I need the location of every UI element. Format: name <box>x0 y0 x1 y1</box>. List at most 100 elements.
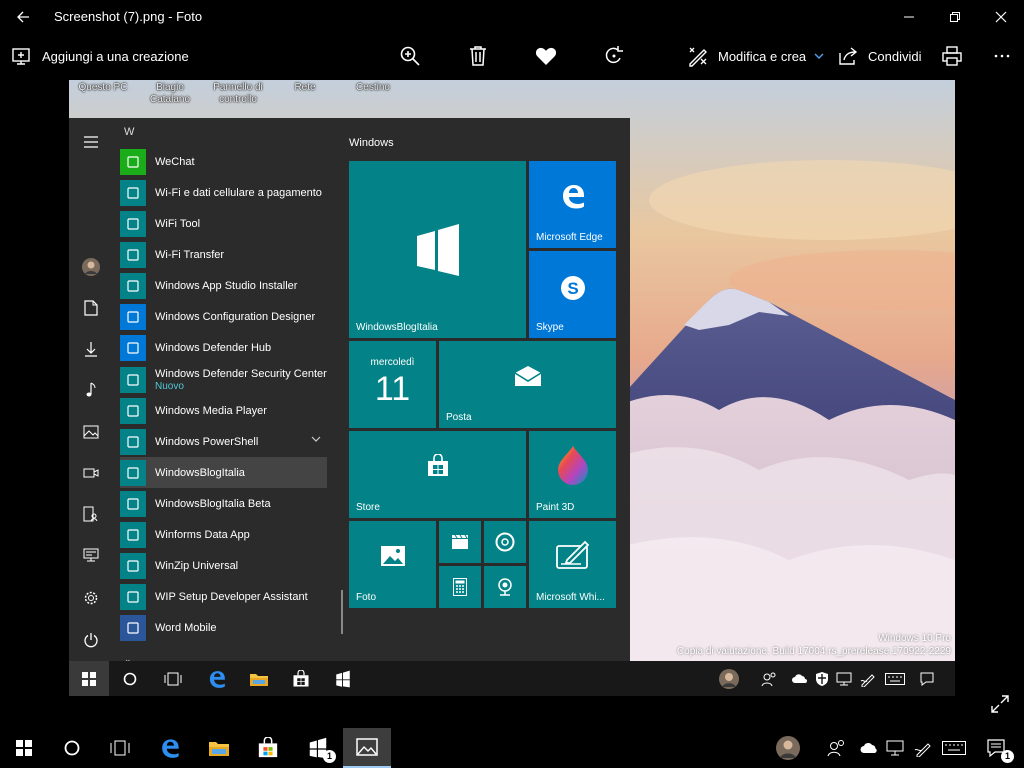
user-account-button[interactable] <box>69 249 113 285</box>
desktop-icon-network[interactable]: Rete <box>279 82 331 94</box>
add-to-creation-button[interactable]: Aggiungi a una creazione <box>10 34 189 78</box>
expand-chevron-icon[interactable] <box>311 435 321 443</box>
tile-edge[interactable]: Microsoft Edge <box>529 161 616 248</box>
pen-workspace-icon <box>914 743 931 757</box>
screenshot-task-view-button[interactable] <box>153 661 193 696</box>
network-button[interactable] <box>69 537 113 573</box>
tile-whiteboard[interactable]: Microsoft Whi... <box>529 521 616 608</box>
app-list-item[interactable]: WindowsBlogItalia Beta <box>120 488 327 519</box>
app-list-item[interactable]: WiFi Tool <box>120 208 327 239</box>
tile-mail[interactable]: Posta <box>439 341 616 428</box>
zoom-button[interactable] <box>398 34 422 78</box>
app-list-item[interactable]: Wi-Fi e dati cellulare a pagamento <box>120 177 327 208</box>
edit-create-icon <box>686 44 710 68</box>
file-explorer-button[interactable] <box>195 728 243 768</box>
more-options-button[interactable] <box>990 34 1014 78</box>
tile-paint3d[interactable]: Paint 3D <box>529 431 616 518</box>
screenshot-start-button[interactable] <box>69 661 109 696</box>
edit-create-label: Modifica e crea <box>718 48 807 64</box>
touch-keyboard-tray-icon[interactable] <box>934 728 974 768</box>
tile-group-title[interactable]: Windows <box>349 137 394 149</box>
delete-button[interactable] <box>466 34 490 78</box>
cortana-button[interactable] <box>48 728 96 768</box>
app-list-item[interactable]: WIP Setup Developer Assistant <box>120 581 327 612</box>
desktop-icon-recycle-bin[interactable]: Cestino <box>347 82 399 94</box>
music-button[interactable] <box>69 372 113 408</box>
documents-button[interactable] <box>69 290 113 326</box>
personal-folder-button[interactable] <box>69 496 113 532</box>
wbi-taskbar-button[interactable]: 1 <box>294 728 342 768</box>
restore-button[interactable] <box>932 0 978 34</box>
touch-keyboard-icon <box>885 672 905 685</box>
user-avatar[interactable] <box>764 728 812 768</box>
app-list-item[interactable]: Windows Defender Hub <box>120 332 327 363</box>
app-list-item[interactable]: Windows App Studio Installer <box>120 270 327 301</box>
hamburger-button[interactable] <box>69 124 113 160</box>
favorite-button[interactable] <box>534 34 558 78</box>
videos-button[interactable] <box>69 455 113 491</box>
app-list-item[interactable]: WeChat <box>120 146 327 177</box>
share-button[interactable]: Condividi <box>836 34 921 78</box>
app-list-scrollbar[interactable] <box>341 590 343 634</box>
minimize-button[interactable] <box>886 0 932 34</box>
back-button[interactable] <box>0 0 46 34</box>
tile-skype[interactable]: S Skype <box>529 251 616 338</box>
word-icon <box>120 614 146 641</box>
tile-calculator[interactable] <box>439 566 481 608</box>
tile-camera[interactable] <box>484 566 526 608</box>
groove-disc-icon <box>484 521 526 563</box>
desktop-icon-this-pc[interactable]: Questo PC <box>71 82 135 94</box>
screenshot-wbi-button[interactable] <box>323 661 363 696</box>
app-list-item[interactable]: Windows Media Player <box>120 395 327 426</box>
print-button[interactable] <box>940 34 964 78</box>
screenshot-network-icon[interactable] <box>831 661 857 696</box>
task-view-icon <box>110 740 130 756</box>
fullscreen-button[interactable] <box>986 690 1014 718</box>
photo-viewer[interactable]: Questo PC Biagio Catalano Pannello di co… <box>69 80 955 696</box>
close-button[interactable] <box>978 0 1024 34</box>
app-list-item[interactable]: WindowsBlogItalia <box>120 457 327 488</box>
pictures-button[interactable] <box>69 414 113 450</box>
store-taskbar-button[interactable] <box>244 728 292 768</box>
store-bag-icon <box>293 669 309 686</box>
tile-movies[interactable] <box>439 521 481 563</box>
tile-photos[interactable]: Foto <box>349 521 436 608</box>
app-list-item[interactable]: Winforms Data App <box>120 519 327 550</box>
letter-header[interactable]: W <box>124 126 134 138</box>
tile-windowsblogitalia[interactable]: WindowsBlogItalia <box>349 161 526 338</box>
screenshot-user-avatar[interactable] <box>709 661 749 696</box>
app-list-item[interactable]: Wi-Fi Transfer <box>120 239 327 270</box>
screenshot-explorer-button[interactable] <box>239 661 279 696</box>
photos-icon <box>356 738 378 756</box>
network-tray-icon[interactable] <box>880 728 910 768</box>
screenshot-cortana-button[interactable] <box>110 661 150 696</box>
action-center-button[interactable]: 1 <box>972 728 1020 768</box>
task-view-button[interactable] <box>96 728 144 768</box>
screenshot-action-center-button[interactable] <box>907 661 947 696</box>
edge-taskbar-button[interactable] <box>146 728 194 768</box>
app-list-item[interactable]: Windows Configuration Designer <box>120 301 327 332</box>
desktop-icon-user[interactable]: Biagio Catalano <box>139 82 201 106</box>
app-list-item[interactable]: Windows PowerShell <box>120 426 327 457</box>
rotate-button[interactable] <box>602 34 626 78</box>
photos-taskbar-button[interactable] <box>343 728 391 768</box>
tile-groove[interactable] <box>484 521 526 563</box>
downloads-button[interactable] <box>69 331 113 367</box>
start-button[interactable] <box>0 728 48 768</box>
share-icon <box>836 44 860 68</box>
screenshot-people-button[interactable] <box>749 661 789 696</box>
app-list-item[interactable]: Windows Defender Security Center Nuovo <box>120 364 327 395</box>
edit-create-button[interactable]: Modifica e crea <box>686 34 824 78</box>
app-list-item[interactable]: WinZip Universal <box>120 550 327 581</box>
tile-store[interactable]: Store <box>349 431 526 518</box>
tile-calendar[interactable]: mercoledì 11 <box>349 341 436 428</box>
desktop-icon-control-panel[interactable]: Pannello di controllo <box>205 82 271 106</box>
build-watermark: Windows 10 Pro Copia di valutazione. Bui… <box>677 632 951 658</box>
settings-button[interactable] <box>69 580 113 616</box>
screenshot-store-button[interactable] <box>281 661 321 696</box>
app-list-item[interactable]: Word Mobile <box>120 612 327 643</box>
power-button[interactable] <box>69 622 113 658</box>
screenshot-edge-button[interactable] <box>197 661 237 696</box>
config-designer-icon <box>120 303 146 330</box>
app-label: Windows Configuration Designer <box>155 310 316 323</box>
